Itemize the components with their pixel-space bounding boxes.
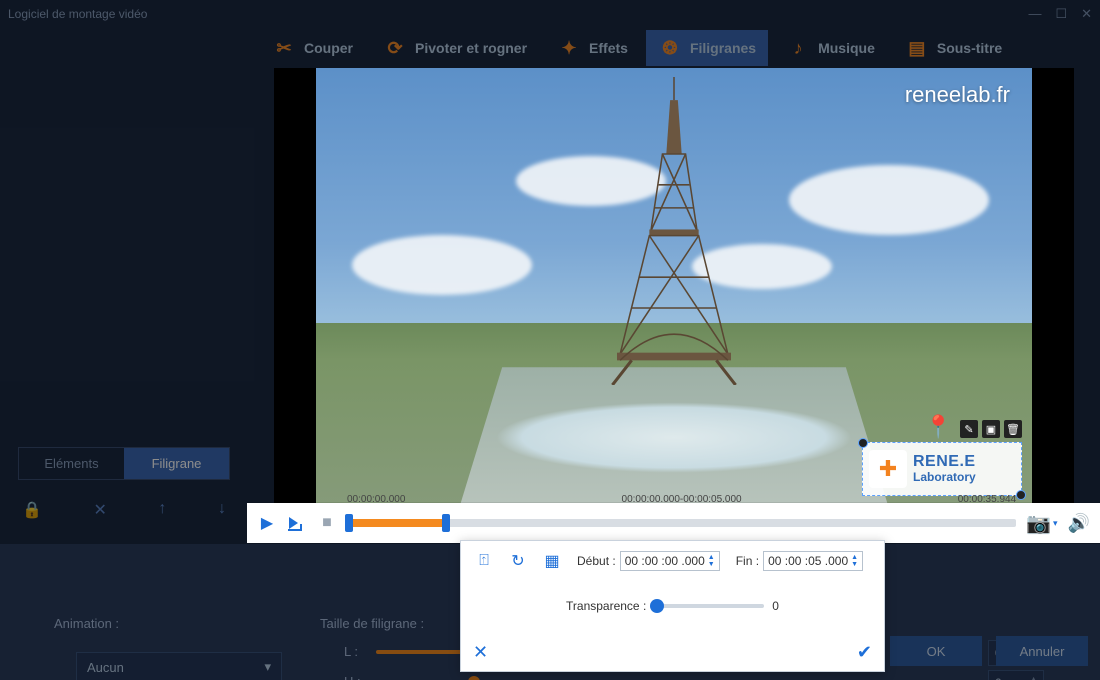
spinner-icon[interactable]: ▲▼ xyxy=(851,554,858,568)
rotate-icon: ⟳ xyxy=(383,36,407,60)
stop-button[interactable]: ■ xyxy=(317,513,337,533)
wm-line1: RENE.E xyxy=(913,454,976,471)
modal-toolbar: ⍐ ↻ ▦ Début : 00 :00 :00 .000 ▲▼ Fin : 0… xyxy=(475,551,870,571)
wm-image-icon[interactable]: ▣ xyxy=(982,420,1000,438)
play-button[interactable]: ▶ xyxy=(257,513,277,533)
lock-icon[interactable]: 🔒 xyxy=(22,500,42,520)
end-time-input[interactable]: 00 :00 :05 .000 ▲▼ xyxy=(763,551,863,571)
grid-snap-icon[interactable]: ▦ xyxy=(543,551,561,571)
effects-icon: ✦ xyxy=(557,36,581,60)
slider-knob[interactable] xyxy=(650,599,664,613)
tab-musique[interactable]: ♪ Musique xyxy=(774,30,887,66)
play-segment-button[interactable] xyxy=(287,513,307,533)
transparency-label: Transparence : xyxy=(566,599,646,613)
height-number-input[interactable]: 0▲▼ xyxy=(988,670,1044,680)
start-label: Début : xyxy=(577,554,616,568)
start-time-field: Début : 00 :00 :00 .000 ▲▼ xyxy=(577,551,720,571)
tab-label: Filigranes xyxy=(690,40,756,56)
tab-label: Pivoter et rogner xyxy=(415,40,527,56)
app-title: Logiciel de montage vidéo xyxy=(8,7,147,21)
tab-filigranes[interactable]: ❂ Filigranes xyxy=(646,30,768,66)
timeline-labels: 00:00:00.000 00:00:00.000-00:00:05.000 0… xyxy=(347,494,1016,508)
minimize-icon[interactable]: — xyxy=(1028,6,1041,22)
watermark-text: RENE.E Laboratory xyxy=(913,454,976,483)
music-icon: ♪ xyxy=(786,36,810,60)
animation-select[interactable]: Aucun ▾ xyxy=(76,652,282,680)
tab-soustitre[interactable]: ▤ Sous-titre xyxy=(893,30,1014,66)
wm-edit-icon[interactable]: ✎ xyxy=(960,420,978,438)
time-end: 00:00:35.944 xyxy=(958,494,1016,505)
window-controls: — ☐ ✕ xyxy=(1028,6,1092,22)
modal-footer: ✕ ✔ xyxy=(473,642,872,663)
seg-elements[interactable]: Eléments xyxy=(19,448,124,479)
footer-buttons: OK Annuler xyxy=(890,636,1088,666)
marker-icon[interactable]: ⍐ xyxy=(475,552,493,570)
modal-cancel-icon[interactable]: ✕ xyxy=(473,642,488,663)
tab-label: Musique xyxy=(818,40,875,56)
subtitle-icon: ▤ xyxy=(905,36,929,60)
watermark-box[interactable]: ✚ RENE.E Laboratory xyxy=(862,442,1022,496)
reset-icon[interactable]: ↻ xyxy=(509,551,527,571)
tab-label: Sous-titre xyxy=(937,40,1002,56)
tab-label: Effets xyxy=(589,40,628,56)
preview-area: reneelab.fr 📍 ✎ ▣ 🗑 ✚ RENE.E Labora xyxy=(248,68,1100,500)
width-slider-row: L : xyxy=(344,644,476,659)
move-up-icon[interactable]: ↑ xyxy=(158,500,166,520)
toolbar: ✂ Couper ⟳ Pivoter et rogner ✦ Effets ❂ Fili… xyxy=(0,28,1100,68)
range-handle-end[interactable] xyxy=(442,514,450,532)
watermark-logo-icon: ✚ xyxy=(869,450,907,488)
volume-button[interactable]: 🔊 xyxy=(1068,513,1090,534)
timeline-selection xyxy=(347,519,447,527)
ok-button[interactable]: OK xyxy=(890,636,982,666)
modal-confirm-icon[interactable]: ✔ xyxy=(857,642,872,663)
width-label: L : xyxy=(344,644,362,659)
player-controls: ▶ ■ 00:00:00.000 00:00:00.000-00:00:05.0… xyxy=(247,503,1100,543)
wm-line2: Laboratory xyxy=(913,471,976,484)
chevron-down-icon: ▾ xyxy=(264,659,271,675)
timeline[interactable]: 00:00:00.000 00:00:00.000-00:00:05.000 0… xyxy=(347,508,1016,538)
time-range: 00:00:00.000-00:00:05.000 xyxy=(622,494,742,505)
wm-delete-icon[interactable]: 🗑 xyxy=(1004,420,1022,438)
transparency-row: Transparence : 0 xyxy=(475,599,870,613)
preview-frame: reneelab.fr 📍 ✎ ▣ 🗑 ✚ RENE.E Labora xyxy=(274,68,1074,508)
delete-icon[interactable]: ✕ xyxy=(93,500,106,520)
tab-pivoter[interactable]: ⟳ Pivoter et rogner xyxy=(371,30,539,66)
time-start: 00:00:00.000 xyxy=(347,494,405,505)
timeline-track[interactable] xyxy=(347,519,1016,527)
eiffel-tower-graphic xyxy=(544,77,804,385)
close-icon[interactable]: ✕ xyxy=(1081,6,1092,22)
titlebar: Logiciel de montage vidéo — ☐ ✕ xyxy=(0,0,1100,28)
animation-value: Aucun xyxy=(87,660,124,675)
tab-label: Couper xyxy=(304,40,353,56)
tab-couper[interactable]: ✂ Couper xyxy=(260,30,365,66)
video-preview[interactable]: reneelab.fr 📍 ✎ ▣ 🗑 ✚ RENE.E Labora xyxy=(316,68,1032,508)
height-label: H : xyxy=(344,674,362,680)
segmented-control: Eléments Filigrane xyxy=(18,447,230,480)
transparency-value: 0 xyxy=(772,599,779,613)
item-actions: 🔒 ✕ ↑ ↓ xyxy=(22,500,226,520)
move-down-icon[interactable]: ↓ xyxy=(218,500,226,520)
animation-label: Animation : xyxy=(54,616,119,631)
watermark-toolbar: ✎ ▣ 🗑 xyxy=(862,420,1022,438)
watermark-settings-modal: ⍐ ↻ ▦ Début : 00 :00 :00 .000 ▲▼ Fin : 0… xyxy=(460,540,885,672)
range-handle-start[interactable] xyxy=(345,514,353,532)
spinner-icon[interactable]: ▲▼ xyxy=(708,554,715,568)
watermark-url-text: reneelab.fr xyxy=(905,82,1010,108)
end-label: Fin : xyxy=(736,554,759,568)
maximize-icon[interactable]: ☐ xyxy=(1055,6,1067,22)
seg-watermark[interactable]: Filigrane xyxy=(124,448,229,479)
start-time-input[interactable]: 00 :00 :00 .000 ▲▼ xyxy=(620,551,720,571)
size-label: Taille de filigrane : xyxy=(320,616,424,631)
end-time-field: Fin : 00 :00 :05 .000 ▲▼ xyxy=(736,551,863,571)
transparency-slider[interactable] xyxy=(654,604,764,608)
watermark-object[interactable]: ✎ ▣ 🗑 ✚ RENE.E Laboratory xyxy=(862,420,1022,496)
watermark-icon: ❂ xyxy=(658,36,682,60)
height-slider-row: H : xyxy=(344,674,476,680)
snapshot-button[interactable]: 📷▾ xyxy=(1026,511,1057,536)
cut-icon: ✂ xyxy=(272,36,296,60)
cancel-button[interactable]: Annuler xyxy=(996,636,1088,666)
tab-effets[interactable]: ✦ Effets xyxy=(545,30,640,66)
app-window: Logiciel de montage vidéo — ☐ ✕ ✂ Couper … xyxy=(0,0,1100,680)
